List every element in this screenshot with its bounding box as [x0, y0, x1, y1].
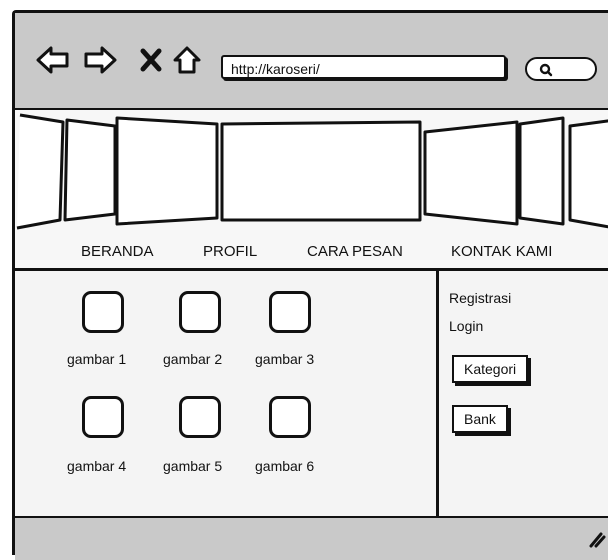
search-field[interactable] [525, 57, 597, 81]
image-placeholder[interactable] [269, 291, 311, 333]
status-bar [15, 516, 608, 560]
content-area: gambar 1 gambar 2 gambar 3 gambar 4 gamb… [15, 271, 608, 516]
image-carousel[interactable] [15, 110, 608, 236]
back-arrow-icon[interactable] [35, 45, 71, 75]
image-caption: gambar 5 [163, 458, 223, 474]
image-caption: gambar 2 [163, 351, 223, 367]
home-icon[interactable] [172, 45, 202, 75]
menu-item-profil[interactable]: PROFIL [203, 243, 257, 260]
bank-button[interactable]: Bank [452, 405, 508, 433]
image-caption: gambar 1 [67, 351, 127, 367]
kategori-button[interactable]: Kategori [452, 355, 529, 383]
login-link[interactable]: Login [449, 318, 483, 334]
image-caption: gambar 3 [255, 351, 315, 367]
address-bar[interactable]: http://karoseri/ [221, 55, 506, 79]
close-x-icon[interactable] [139, 45, 163, 75]
resize-grip-icon[interactable] [587, 528, 607, 548]
registrasi-link[interactable]: Registrasi [449, 290, 511, 306]
forward-arrow-icon[interactable] [82, 45, 118, 75]
browser-window: http://karoseri/ BERANDA PROFIL CARA PES… [12, 10, 608, 560]
carousel-frames [16, 113, 608, 230]
image-placeholder[interactable] [179, 396, 221, 438]
menu-item-kontak-kami[interactable]: KONTAK KAMI [451, 243, 552, 260]
sidebar-divider [436, 271, 439, 516]
browser-toolbar: http://karoseri/ [15, 13, 608, 110]
image-placeholder[interactable] [179, 291, 221, 333]
image-caption: gambar 6 [255, 458, 315, 474]
image-placeholder[interactable] [269, 396, 311, 438]
image-placeholder[interactable] [82, 291, 124, 333]
image-placeholder[interactable] [82, 396, 124, 438]
search-icon [539, 63, 553, 77]
image-caption: gambar 4 [67, 458, 127, 474]
menu-item-beranda[interactable]: BERANDA [81, 243, 154, 260]
main-menu: BERANDA PROFIL CARA PESAN KONTAK KAMI [15, 235, 608, 271]
menu-item-cara-pesan[interactable]: CARA PESAN [307, 243, 403, 260]
